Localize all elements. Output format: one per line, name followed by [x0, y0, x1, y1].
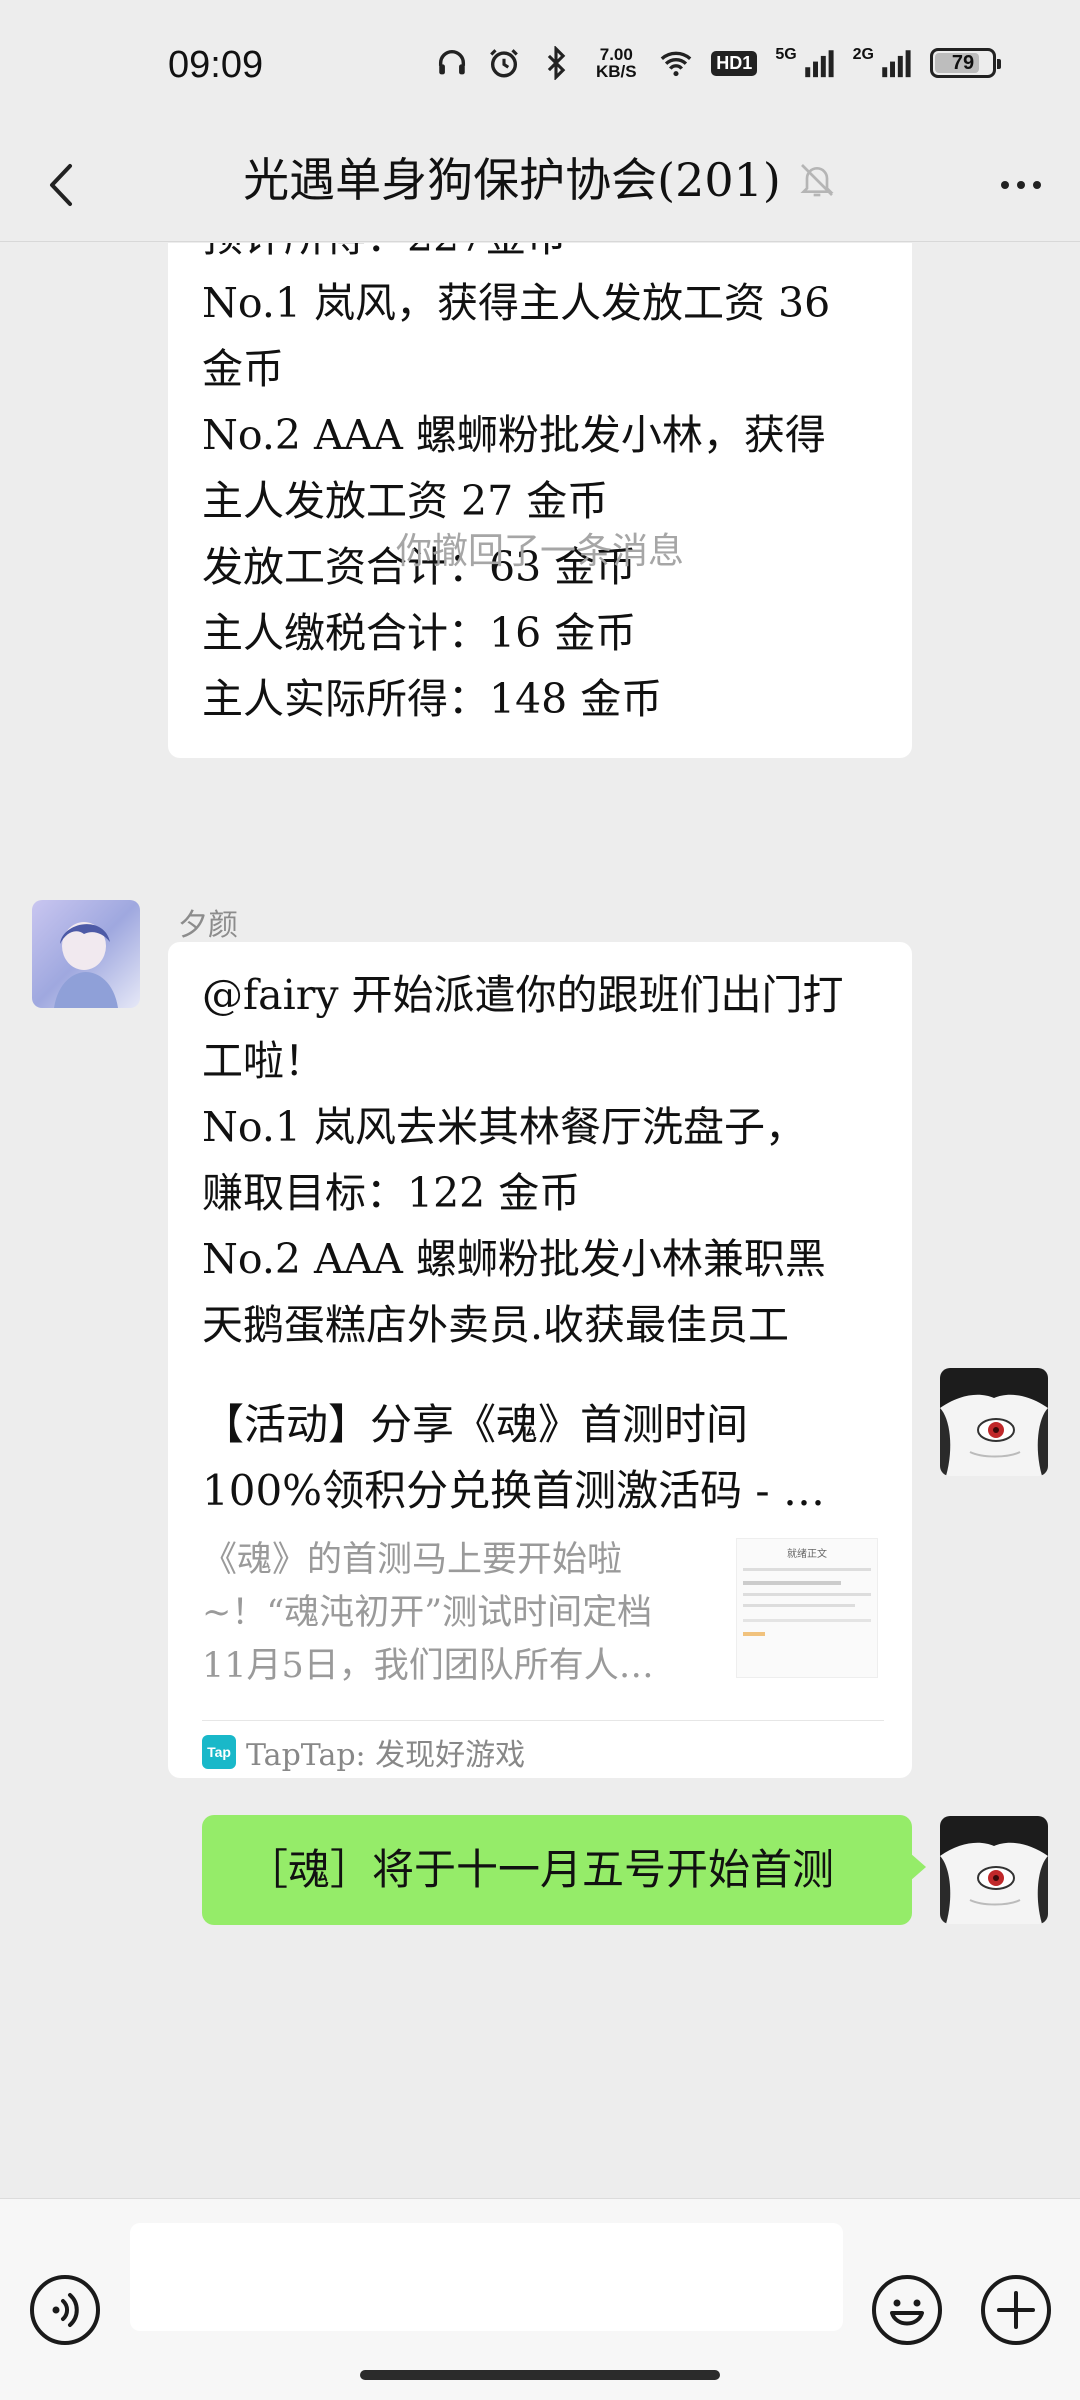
message-input[interactable]	[130, 2223, 843, 2331]
self-avatar[interactable]	[940, 1368, 1048, 1476]
message-line: 主人实际所得：148 金币	[202, 675, 663, 723]
message-line: 预计所得：227金币	[202, 243, 878, 270]
card-divider	[202, 1720, 884, 1721]
card-title: 【活动】分享《魂》首测时间 100%领积分兑换首测激活码 - …	[202, 1400, 825, 1515]
message-line: No.1 岚风，获得主人发放工资 36	[202, 279, 831, 327]
message-line: 天鹅蛋糕店外卖员.收获最佳员工	[202, 1301, 790, 1349]
chat-header: 光遇单身狗保护协会(201)	[0, 130, 1080, 242]
message-line: No.2 AAA 螺蛳粉批发小林，获得	[202, 411, 826, 459]
card-source: Tap TapTap: 发现好游戏	[202, 1730, 525, 1774]
self-avatar[interactable]	[940, 1816, 1048, 1924]
message-line: @fairy 开始派遣你的跟班们出门打	[202, 971, 844, 1019]
card-thumbnail: 就绪正文	[736, 1538, 878, 1678]
voice-icon[interactable]	[28, 2273, 102, 2347]
status-time: 09:09	[168, 44, 264, 86]
avatar[interactable]	[32, 900, 140, 1008]
taptap-logo-icon: Tap	[202, 1735, 236, 1769]
bluetooth-icon	[548, 46, 566, 80]
plus-icon[interactable]	[979, 2273, 1053, 2347]
emoji-icon[interactable]	[870, 2273, 944, 2347]
signal-icon	[804, 50, 834, 78]
message-line: 主人缴税合计：16 金币	[202, 609, 637, 657]
chat-title-area: 光遇单身狗保护协会(201)	[0, 150, 1080, 210]
more-dots-icon[interactable]	[988, 152, 1054, 218]
chat-title: 光遇单身狗保护协会(201)	[243, 153, 781, 207]
message-line: No.2 AAA 螺蛳粉批发小林兼职黑	[202, 1235, 826, 1283]
sim1-label: 5G	[775, 46, 797, 63]
status-bar: 09:09 7.00 KB/S HD1 5G 2G 79	[0, 0, 1080, 130]
wifi-icon	[660, 51, 692, 77]
sent-message-bubble[interactable]: ［魂］将于十一月五号开始首测	[202, 1815, 926, 1925]
chat-area[interactable]: 预计所得：227金币 No.1 岚风，获得主人发放工资 36 金币 No.2 AAA …	[0, 243, 1080, 2198]
card-source-label: TapTap: 发现好游戏	[246, 1738, 526, 1773]
hd-badge: HD1	[711, 50, 758, 76]
headphones-icon	[439, 50, 466, 75]
message-bubble-salary[interactable]: 预计所得：227金币 No.1 岚风，获得主人发放工资 36 金币 No.2 AAA …	[168, 243, 912, 758]
alarm-icon	[490, 49, 519, 78]
battery-indicator: 79	[930, 48, 1001, 78]
sim2-label: 2G	[852, 46, 874, 63]
link-card[interactable]: 【活动】分享《魂》首测时间 100%领积分兑换首测激活码 - … 《魂》的首测马…	[168, 1368, 912, 1778]
message-line: 工啦！	[202, 1037, 325, 1085]
card-description: 《魂》的首测马上要开始啦 ~！“魂沌初开”测试时间定档 11月5日，我们团队所有…	[202, 1540, 654, 1686]
sender-name: 夕颜	[178, 908, 238, 943]
message-line: 金币	[202, 345, 284, 393]
message-line: No.1 岚风去米其林餐厅洗盘子，	[202, 1103, 806, 1151]
recall-notice: 你撤回了一条消息	[395, 531, 684, 572]
home-indicator[interactable]	[360, 2370, 720, 2380]
signal-icon	[882, 50, 911, 78]
message-line: 赚取目标：122 金币	[202, 1169, 581, 1217]
bell-off-icon	[800, 164, 834, 197]
net-speed: 7.00 KB/S	[595, 45, 637, 81]
status-icons: 7.00 KB/S HD1 5G 2G 79	[435, 45, 1001, 81]
